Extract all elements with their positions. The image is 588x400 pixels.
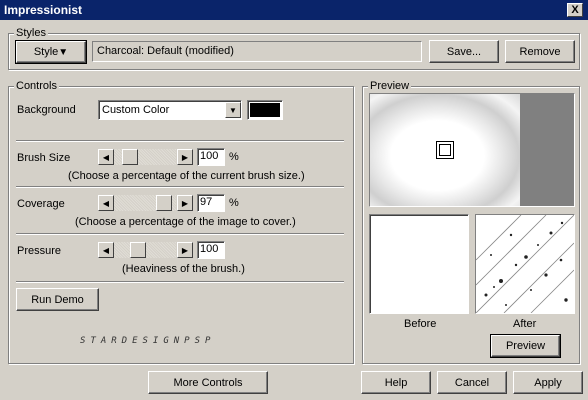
cancel-button[interactable]: Cancel [437, 371, 507, 394]
preview-button[interactable]: Preview [490, 334, 561, 358]
navigator-outside-area [520, 94, 574, 206]
title-bar [0, 0, 588, 20]
brush-size-left-arrow-icon[interactable]: ◀ [98, 149, 114, 165]
pressure-hint: (Heaviness of the brush.) [122, 263, 245, 275]
close-button[interactable]: X [567, 3, 583, 17]
brush-size-right-arrow-icon[interactable]: ▶ [177, 149, 193, 165]
pressure-label: Pressure [17, 245, 62, 257]
after-image [475, 214, 575, 314]
coverage-hint: (Choose a percentage of the image to cov… [75, 216, 296, 228]
brush-size-unit: % [229, 151, 239, 163]
coverage-right-arrow-icon[interactable]: ▶ [177, 195, 193, 211]
pressure-value: 100 [200, 243, 219, 255]
navigator-viewport-box[interactable] [436, 141, 454, 159]
brush-size-input[interactable]: 100 [197, 148, 225, 166]
background-color-swatch[interactable] [247, 100, 283, 120]
separator [16, 140, 344, 142]
apply-button[interactable]: Apply [513, 371, 583, 394]
background-label: Background [17, 104, 76, 116]
separator [16, 281, 344, 283]
separator [16, 233, 344, 235]
coverage-thumb[interactable] [156, 195, 172, 211]
current-style-field: Charcoal: Default (modified) [92, 41, 422, 62]
coverage-left-arrow-icon[interactable]: ◀ [98, 195, 114, 211]
chevron-down-icon[interactable]: ▼ [225, 102, 241, 118]
current-style-value: Charcoal: Default (modified) [97, 45, 234, 57]
separator [16, 186, 344, 188]
coverage-value: 97 [200, 196, 213, 208]
run-demo-button[interactable]: Run Demo [16, 288, 99, 311]
brush-size-value: 100 [200, 150, 219, 162]
color-swatch-fill [250, 103, 280, 117]
brush-size-hint: (Choose a percentage of the current brus… [68, 170, 305, 182]
close-icon: X [571, 4, 579, 16]
styles-legend: Styles [14, 27, 48, 39]
more-controls-button[interactable]: More Controls [148, 371, 268, 394]
pressure-left-arrow-icon[interactable]: ◀ [98, 242, 114, 258]
watermark: STARDESIGNPSP [80, 336, 216, 346]
background-select[interactable]: Custom Color [98, 100, 242, 120]
preview-navigator[interactable] [369, 93, 575, 207]
before-label: Before [404, 318, 437, 330]
brush-size-thumb[interactable] [122, 149, 138, 165]
pressure-right-arrow-icon[interactable]: ▶ [177, 242, 193, 258]
style-button-label: Style [33, 46, 59, 58]
coverage-label: Coverage [17, 198, 65, 210]
chevron-down-icon: ▼ [58, 46, 69, 58]
remove-button[interactable]: Remove [505, 40, 575, 63]
pressure-input[interactable]: 100 [197, 241, 225, 259]
controls-legend: Controls [14, 80, 59, 92]
coverage-input[interactable]: 97 [197, 194, 225, 212]
preview-legend: Preview [368, 80, 412, 92]
brush-size-label: Brush Size [17, 152, 71, 164]
background-select-value: Custom Color [102, 104, 170, 116]
before-image [369, 214, 469, 314]
coverage-unit: % [229, 197, 239, 209]
help-button[interactable]: Help [361, 371, 431, 394]
window-title: Impressionist [4, 3, 83, 17]
after-label: After [513, 318, 537, 330]
charcoal-texture [476, 215, 574, 313]
pressure-thumb[interactable] [130, 242, 146, 258]
save-button[interactable]: Save... [429, 40, 499, 63]
style-button[interactable]: Style ▼ [15, 40, 87, 64]
